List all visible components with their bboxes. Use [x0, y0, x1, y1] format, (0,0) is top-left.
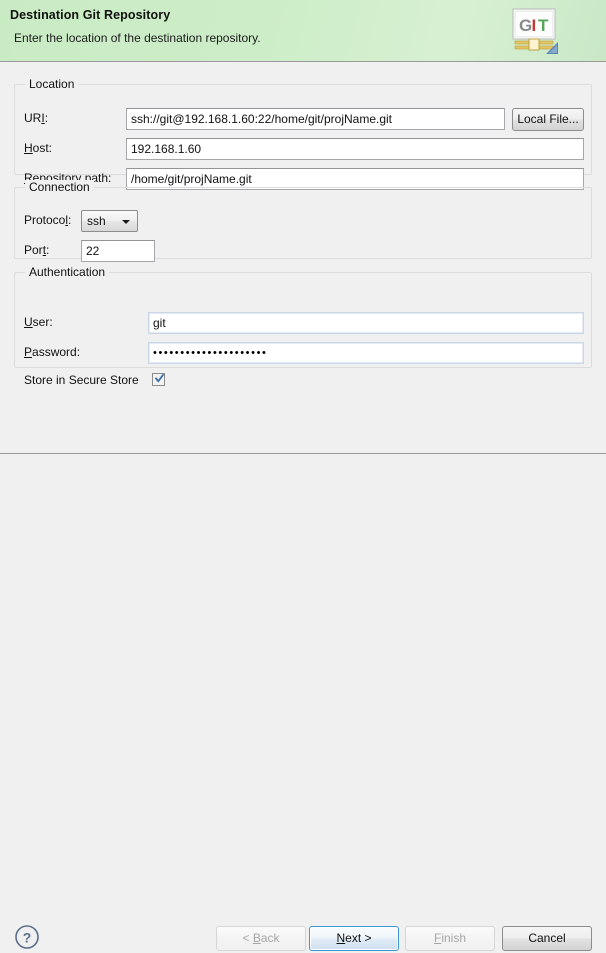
finish-button-suffix: inish — [441, 931, 467, 945]
port-label: Port: — [24, 243, 49, 257]
finish-button-mnemonic: F — [433, 931, 442, 945]
git-logo-letter-t: T — [538, 16, 549, 35]
password-label: Password: — [24, 345, 80, 359]
port-input[interactable] — [81, 240, 155, 262]
password-label-mnemonic: P — [24, 345, 33, 359]
protocol-label-prefix: Protoco — [24, 213, 66, 227]
help-button[interactable]: ? — [14, 924, 40, 950]
protocol-combobox[interactable]: ssh — [81, 210, 138, 232]
finish-button[interactable]: Finish — [405, 926, 495, 951]
host-label-mnemonic: H — [24, 141, 33, 155]
back-button-suffix: ack — [260, 931, 280, 945]
git-logo-letter-i: I — [532, 16, 537, 35]
host-label-suffix: ost: — [32, 141, 53, 155]
git-logo-letter-g: G — [519, 16, 532, 35]
page-title: Destination Git Repository — [10, 8, 171, 22]
checkmark-icon — [155, 373, 164, 383]
page-description: Enter the location of the destination re… — [14, 31, 261, 45]
group-connection-title: Connection — [25, 180, 94, 194]
group-location-title: Location — [25, 77, 79, 91]
wizard-content: Location URI: Local File... Host: Reposi… — [0, 63, 606, 453]
group-authentication-title: Authentication — [25, 265, 110, 279]
protocol-label: Protocol: — [24, 213, 71, 227]
password-input[interactable]: ••••••••••••••••••••• — [148, 342, 584, 364]
git-logo-icon: G I T — [508, 8, 560, 56]
port-label-suffix: : — [46, 243, 50, 257]
next-button[interactable]: Next > — [309, 926, 399, 951]
store-in-secure-store-label: Store in Secure Store — [24, 373, 139, 387]
password-label-suffix: assword: — [32, 345, 81, 359]
help-glyph: ? — [23, 930, 32, 946]
uri-label-suffix: : — [44, 111, 49, 125]
uri-label: URI: — [24, 111, 48, 125]
port-label-prefix: Por — [24, 243, 43, 257]
local-file-button[interactable]: Local File... — [512, 108, 584, 131]
uri-label-prefix: UR — [24, 111, 42, 125]
next-button-suffix: ext > — [345, 931, 372, 945]
wizard-footer: ? < Back Next > Finish Cancel — [0, 454, 606, 951]
cancel-button-label: Cancel — [528, 931, 566, 945]
user-input[interactable] — [148, 312, 584, 334]
back-button-prefix: < — [242, 931, 253, 945]
user-label: User: — [24, 315, 53, 329]
cancel-button[interactable]: Cancel — [502, 926, 592, 951]
chevron-down-icon — [122, 220, 130, 224]
back-button-mnemonic: B — [252, 931, 261, 945]
back-button[interactable]: < Back — [216, 926, 306, 951]
next-button-mnemonic: N — [336, 931, 346, 945]
uri-input[interactable] — [126, 108, 505, 130]
protocol-label-suffix: : — [68, 213, 72, 227]
wizard-header: Destination Git Repository Enter the loc… — [0, 0, 606, 62]
host-label: Host: — [24, 141, 52, 155]
user-label-suffix: ser: — [32, 315, 53, 329]
store-in-secure-store-checkbox[interactable] — [152, 373, 165, 386]
protocol-selected-value: ssh — [87, 214, 106, 228]
host-input[interactable] — [126, 138, 584, 160]
user-label-mnemonic: U — [24, 315, 33, 329]
